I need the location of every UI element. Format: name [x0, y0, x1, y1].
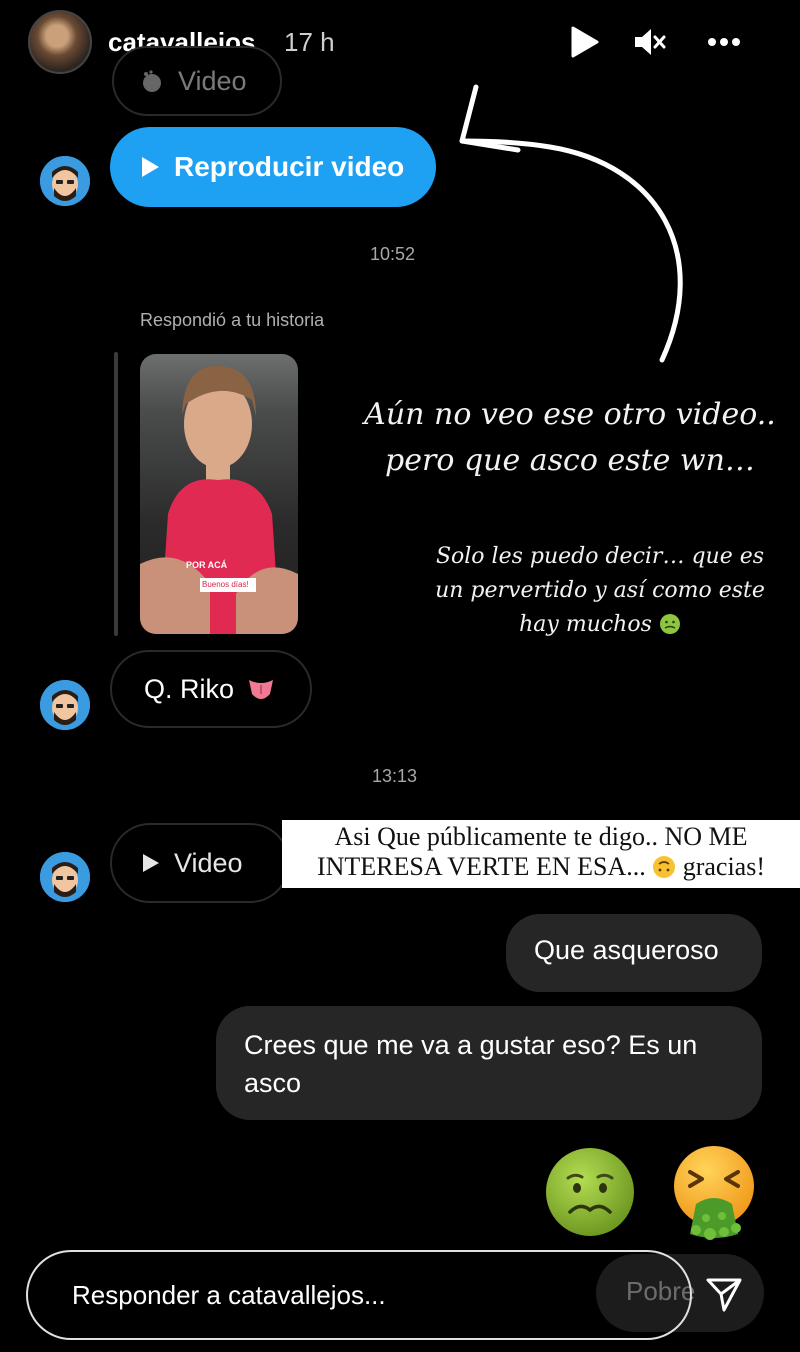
script-line: Solo les puedo decir… que es	[435, 544, 765, 569]
nauseated-face-emoji	[546, 1148, 634, 1236]
sender-avatar[interactable]	[40, 156, 90, 206]
play-video-button[interactable]: Reproducir video	[110, 127, 436, 207]
play-icon	[571, 26, 599, 58]
caption-line-2: INTERESA VERTE EN ESA... gracias!	[282, 852, 800, 882]
story-script-text-2: Solo les puedo decir… que es un perverti…	[420, 540, 780, 642]
send-button[interactable]	[700, 1270, 748, 1318]
message-text: Q. Riko	[144, 673, 235, 704]
story-sticker-subtext: Buenos días!	[202, 580, 249, 589]
avatar-face-icon	[40, 680, 90, 730]
reply-context-label: Respondió a tu historia	[140, 310, 325, 330]
story-time: 17 h	[284, 27, 335, 57]
caption-line: Asi Que públicamente te digo.. NO ME	[334, 822, 748, 851]
story-sticker-text: POR ACÁ	[186, 560, 228, 570]
video-message-top[interactable]: Video	[112, 46, 282, 116]
message-riko[interactable]: Q. Riko	[110, 650, 312, 728]
loading-icon	[143, 70, 161, 92]
timestamp: 10:52	[370, 244, 416, 264]
video-label: Video	[174, 847, 243, 878]
sender-avatar[interactable]	[40, 852, 90, 902]
video-message[interactable]: Video	[110, 823, 290, 903]
script-line: hay muchos	[519, 612, 652, 637]
reply-input[interactable]: Responder a catavallejos...	[26, 1250, 692, 1340]
tongue-emoji	[249, 680, 274, 699]
script-line: pero que asco este wn…	[385, 443, 755, 478]
story-caption-overlay: Asi Que públicamente te digo.. NO ME INT…	[282, 820, 800, 888]
avatar-face-icon	[40, 156, 90, 206]
play-button[interactable]	[566, 24, 602, 60]
message-bubble-own[interactable]: Que asqueroso	[506, 914, 762, 992]
story-author-avatar[interactable]	[28, 10, 92, 74]
play-icon	[142, 157, 159, 177]
mute-icon	[635, 29, 666, 55]
sender-avatar[interactable]	[40, 680, 90, 730]
send-icon	[706, 1278, 742, 1312]
story-thumbnail[interactable]: POR ACÁ Buenos días!	[140, 354, 298, 634]
caption-line: gracias!	[682, 852, 765, 881]
reply-quote-bar	[114, 352, 118, 636]
more-icon	[708, 38, 740, 46]
nauseated-face-emoji	[659, 614, 680, 634]
video-label-top: Video	[178, 65, 247, 96]
play-video-label: Reproducir video	[174, 151, 405, 182]
upside-down-face-emoji	[653, 856, 676, 878]
mute-button[interactable]	[632, 24, 668, 60]
script-line: un pervertido y así como este	[435, 578, 765, 603]
timestamp: 13:13	[372, 766, 418, 786]
story-script-text-1: Aún no veo ese otro video.. pero que asc…	[360, 392, 780, 484]
caption-line: INTERESA VERTE EN ESA...	[316, 852, 646, 881]
play-icon	[143, 854, 159, 872]
script-line: Aún no veo ese otro video..	[364, 397, 776, 432]
more-options-button[interactable]	[706, 24, 742, 60]
hand-drawn-arrow	[459, 84, 683, 363]
vomiting-face-emoji	[674, 1146, 754, 1240]
story-photo	[140, 365, 298, 634]
avatar-face-icon	[40, 852, 90, 902]
message-bubble-own[interactable]: Crees que me va a gustar eso? Es un asco	[216, 1006, 762, 1120]
script-line-with-emoji: hay muchos	[420, 608, 780, 642]
reply-placeholder: Responder a catavallejos...	[72, 1279, 386, 1310]
